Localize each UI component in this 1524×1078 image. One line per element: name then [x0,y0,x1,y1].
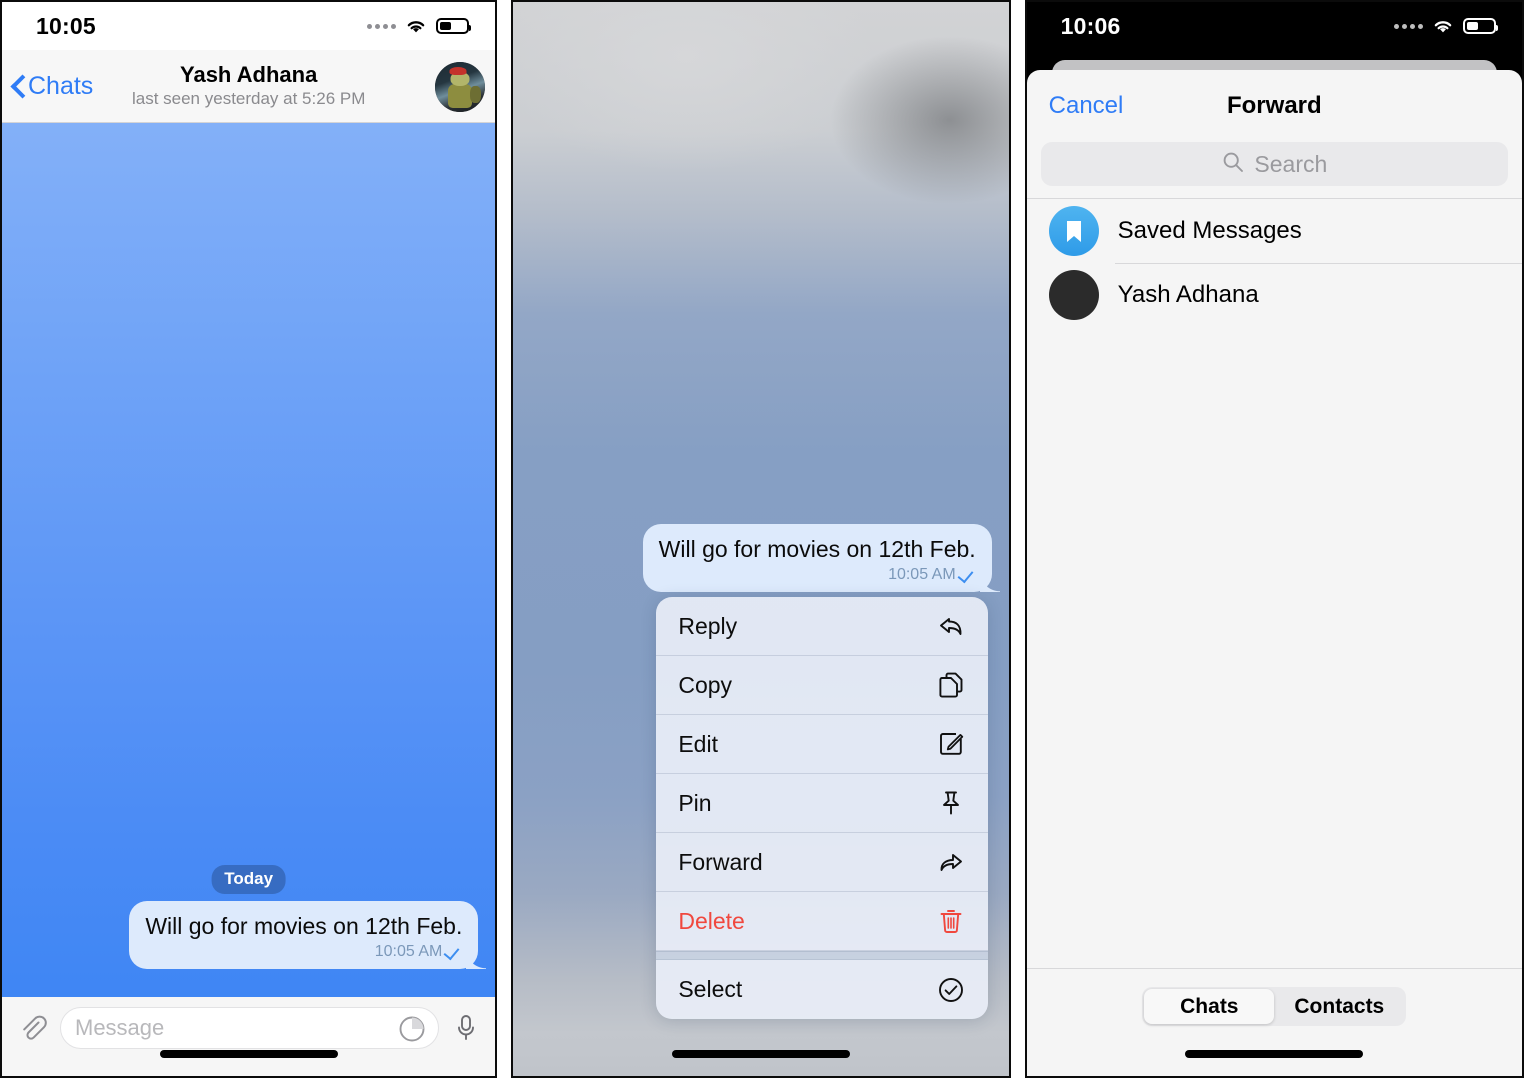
search-input-placeholder: Search [1254,150,1328,177]
sheet-tab-bar: Chats Contacts [1026,968,1522,1076]
search-bar-container: Search [1027,142,1522,198]
back-to-chats-button[interactable]: Chats [2,72,93,101]
message-input-placeholder: Message [75,1015,165,1040]
date-separator: Today [211,865,287,894]
message-text: Will go for movies on 12th Feb. [658,536,976,562]
message-time: 10:05 AM [888,565,956,583]
message-input[interactable]: Message [60,1007,440,1049]
tab-chats[interactable]: Chats [1144,989,1275,1024]
context-menu-label: Copy [678,671,733,698]
forward-target-list: Saved Messages Yash Adhana [1026,198,1522,327]
copy-icon [936,670,966,700]
list-item-saved-messages[interactable]: Saved Messages [1027,199,1522,263]
contact-avatar[interactable] [435,62,486,112]
read-check-icon [445,945,462,958]
list-item-yash-adhana[interactable]: Yash Adhana [1027,263,1522,327]
segmented-control: Chats Contacts [1142,987,1407,1026]
attachment-icon[interactable] [16,1007,48,1049]
context-menu-item-edit[interactable]: Edit [656,715,989,774]
status-bar: 10:05 [2,2,495,50]
message-meta: 10:05 AM [145,943,462,961]
context-menu-label: Select [678,976,743,1002]
list-item-label: Saved Messages [1117,217,1302,244]
wifi-icon [1432,18,1454,34]
back-button-label: Chats [28,71,94,100]
forward-icon [936,847,966,877]
sheet-header: Cancel Forward [1027,70,1522,142]
context-menu-label: Forward [678,848,763,875]
sticker-icon[interactable] [397,1014,427,1049]
avatar-image [435,62,486,112]
battery-icon [436,18,472,34]
signal-dots-icon [1394,23,1423,29]
forward-sheet: Cancel Forward Search Saved Messages Yas… [1026,70,1522,1076]
message-text: Will go for movies on 12th Feb. [145,913,463,939]
signal-dots-icon [367,23,397,29]
message-context-menu: Reply Copy Edit Pin Forward Delete Selec… [656,597,989,1019]
search-input[interactable]: Search [1040,142,1508,186]
status-bar-indicators [1394,18,1498,34]
panel-forward-sheet-screen: 10:06 Cancel Forward Search Saved Messag… [1024,0,1524,1078]
outgoing-message-bubble[interactable]: Will go for movies on 12th Feb. 10:05 AM [129,901,479,969]
message-time: 10:05 AM [374,942,443,960]
chevron-left-icon [12,75,25,97]
check-circle-icon [936,975,966,1005]
status-bar: 10:06 [1027,2,1522,50]
panel-gap [497,0,512,1078]
pin-icon [936,788,966,818]
wifi-icon [405,18,427,34]
panel-chat-screen: 10:05 Chats Yash Adhana last seen yester… [0,0,498,1078]
chat-last-seen: last seen yesterday at 5:26 PM [131,89,366,109]
context-menu-item-pin[interactable]: Pin [656,774,989,833]
message-input-bar: Message [2,997,496,1076]
three-panel-screenshot: 10:05 Chats Yash Adhana last seen yester… [0,0,1524,1078]
list-item-label: Yash Adhana [1117,281,1259,308]
context-menu-item-forward[interactable]: Forward [656,833,989,892]
chat-header: Chats Yash Adhana last seen yesterday at… [2,50,496,123]
search-icon [1221,150,1245,179]
context-menu-item-delete[interactable]: Delete [656,892,989,951]
saved-messages-icon [1048,206,1099,256]
status-bar-time: 10:06 [1060,12,1121,39]
context-menu-separator [656,951,989,960]
home-indicator [672,1050,850,1058]
panel-context-menu-screen: Will go for movies on 12th Feb. 10:05 AM… [511,0,1011,1078]
tab-contacts[interactable]: Contacts [1274,989,1404,1024]
avatar [1048,270,1099,320]
home-indicator [159,1050,338,1058]
chat-contact-name: Yash Adhana [180,61,318,87]
panel-gap [1010,0,1025,1078]
status-bar-time: 10:05 [36,12,96,39]
chat-message-area: Today Will go for movies on 12th Feb. 10… [2,123,496,997]
status-bar-indicators [367,18,472,34]
home-indicator [1185,1050,1364,1058]
context-menu-item-select[interactable]: Select [656,960,988,1019]
highlighted-message-bubble[interactable]: Will go for movies on 12th Feb. 10:05 AM [642,524,992,592]
context-menu-label: Pin [678,789,712,816]
context-menu-label: Reply [678,612,738,639]
microphone-icon[interactable] [451,1007,481,1049]
battery-icon [1463,18,1498,34]
context-menu-item-copy[interactable]: Copy [656,656,989,715]
message-meta: 10:05 AM [659,566,976,584]
context-menu-label: Delete [678,907,745,934]
context-menu-item-reply[interactable]: Reply [656,597,989,656]
reply-icon [936,611,966,641]
context-menu-label: Edit [678,730,718,757]
read-check-icon [959,568,976,581]
edit-icon [936,729,966,759]
trash-icon [936,906,966,936]
cancel-button[interactable]: Cancel [1027,92,1124,120]
